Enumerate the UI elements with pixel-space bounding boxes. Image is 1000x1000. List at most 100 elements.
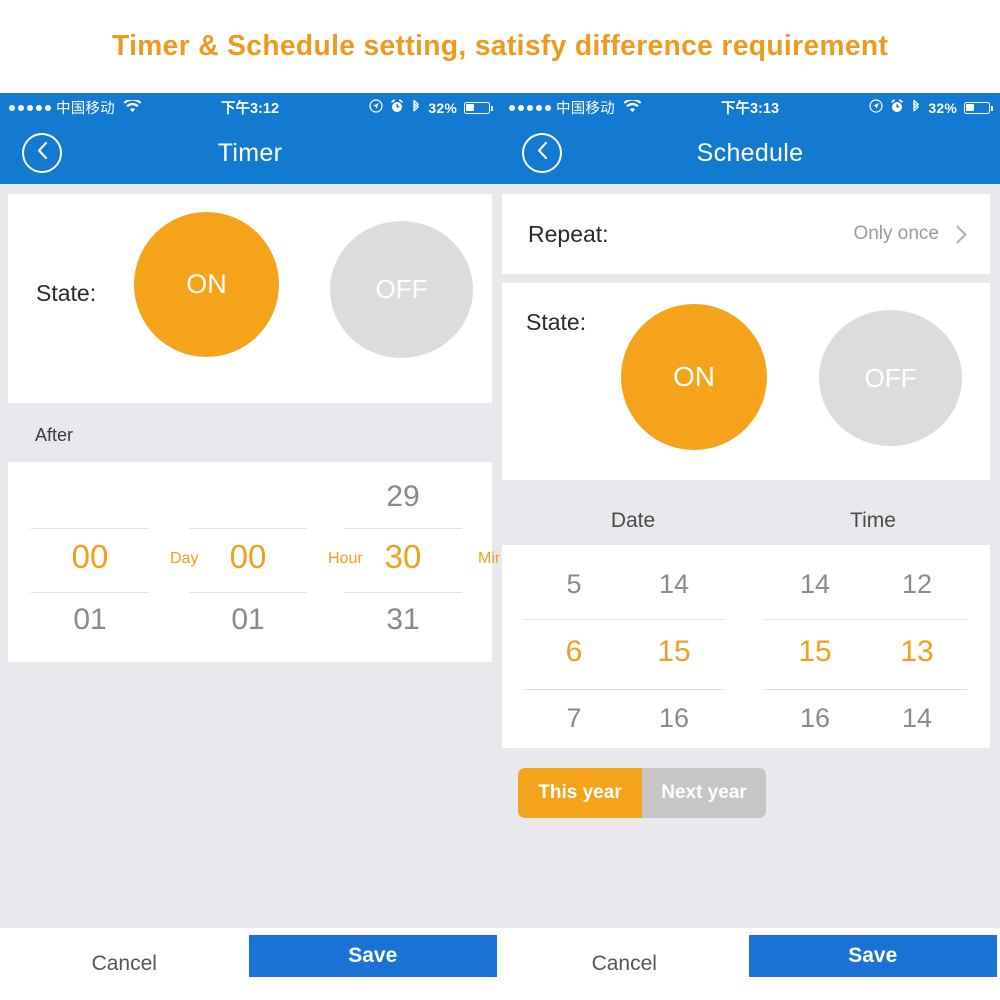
picker-column-minute[interactable]: 12 13 14 <box>867 545 967 748</box>
screenshot-root: Timer & Schedule setting, satisfy differ… <box>0 0 1000 1000</box>
picker-value-above: 5 <box>566 569 582 599</box>
back-button[interactable] <box>522 133 562 173</box>
bluetooth-icon <box>911 99 921 117</box>
bluetooth-icon <box>411 99 421 117</box>
picker-column-hour[interactable]: 00 01 <box>178 462 318 662</box>
picker-value-below: 31 <box>386 603 420 636</box>
status-indicators: 32% <box>869 99 1000 117</box>
status-carrier-group: 中国移动 <box>500 97 642 118</box>
picker-value-above: 14 <box>799 569 831 599</box>
promo-banner: Timer & Schedule setting, satisfy differ… <box>0 0 1000 93</box>
state-label: State: <box>526 309 587 335</box>
picker-column-day[interactable]: 14 15 16 <box>624 545 724 748</box>
picker-value-selected: 00 <box>71 538 109 575</box>
picker-value-below: 14 <box>901 703 933 733</box>
this-year-button[interactable]: This year <box>518 768 642 818</box>
cancel-button[interactable]: Cancel <box>500 928 749 1000</box>
picker-value-below: 16 <box>658 703 690 733</box>
alarm-icon <box>890 99 904 116</box>
carrier-label: 中国移动 <box>56 101 115 117</box>
state-on-button[interactable]: ON <box>134 212 279 357</box>
timer-status-bar: 中国移动 下午3:12 32% <box>0 93 500 122</box>
timer-footer: Cancel Save <box>0 928 500 1000</box>
repeat-label: Repeat: <box>528 220 609 247</box>
back-button[interactable] <box>22 133 62 173</box>
picker-divider-top <box>31 528 149 529</box>
repeat-row[interactable]: Repeat: Only once <box>502 194 990 274</box>
state-on-label: ON <box>186 269 227 299</box>
picker-column-minute[interactable]: 29 30 31 <box>333 462 473 662</box>
picker-divider-top <box>344 528 462 529</box>
year-toggle[interactable]: This year Next year <box>518 768 766 818</box>
state-off-button[interactable]: OFF <box>819 310 962 446</box>
after-label: After <box>35 425 74 445</box>
schedule-state-card: State: ON OFF <box>502 283 990 480</box>
next-year-button[interactable]: Next year <box>642 768 766 818</box>
date-column-header: Date <box>610 509 656 532</box>
schedule-footer: Cancel Save <box>500 928 1000 1000</box>
picker-value-selected: 00 <box>229 538 267 575</box>
picker-divider-top <box>189 528 307 529</box>
picker-value-above: 12 <box>901 569 933 599</box>
wifi-icon <box>123 98 142 116</box>
picker-value-below: 16 <box>799 703 831 733</box>
picker-value-selected: 15 <box>798 635 832 668</box>
picker-value-selected: 15 <box>657 635 691 668</box>
date-divider-bottom <box>524 689 724 690</box>
banner-title: Timer & Schedule setting, satisfy differ… <box>111 30 889 62</box>
timer-duration-picker[interactable]: 00 01 Day 00 01 Hour 29 30 31 Min <box>8 462 500 662</box>
time-divider-bottom <box>765 689 967 690</box>
state-off-label: OFF <box>864 362 917 393</box>
status-carrier-group: 中国移动 <box>0 97 142 118</box>
picker-unit-minute: Minute <box>478 550 500 567</box>
timer-screen: 中国移动 下午3:12 32% Timer State: ON OFF Afte… <box>0 93 500 1000</box>
state-off-button[interactable]: OFF <box>330 221 473 358</box>
picker-divider-bottom <box>344 592 462 593</box>
picker-column-day[interactable]: 00 01 <box>20 462 160 662</box>
date-divider-top <box>524 619 724 620</box>
timer-nav-bar: Timer <box>0 122 500 184</box>
picker-value-below: 01 <box>73 603 107 636</box>
signal-dots-icon <box>509 104 551 111</box>
picker-value-below: 7 <box>566 703 582 733</box>
state-off-label: OFF <box>375 274 428 304</box>
repeat-value-group: Only once <box>853 223 967 245</box>
signal-dots-icon <box>9 104 51 111</box>
picker-column-month[interactable]: 5 6 7 <box>524 545 624 748</box>
location-icon <box>369 99 383 116</box>
state-on-button[interactable]: ON <box>621 304 767 450</box>
carrier-label: 中国移动 <box>556 101 615 117</box>
battery-percent-label: 32% <box>428 99 457 116</box>
wifi-icon <box>623 98 642 116</box>
repeat-value: Only once <box>853 223 939 244</box>
chevron-left-icon <box>535 141 550 165</box>
state-on-label: ON <box>673 361 715 392</box>
schedule-screen: 中国移动 下午3:13 32% Schedule Repeat: Only on… <box>500 93 1000 1000</box>
schedule-status-bar: 中国移动 下午3:13 32% <box>500 93 1000 122</box>
schedule-nav-bar: Schedule <box>500 122 1000 184</box>
picker-value-selected: 13 <box>900 635 934 668</box>
save-button[interactable]: Save <box>248 935 497 977</box>
chevron-left-icon <box>35 141 50 165</box>
timer-state-card: State: ON OFF <box>8 194 492 403</box>
time-divider-top <box>765 619 967 620</box>
picker-column-hour[interactable]: 14 15 16 <box>765 545 865 748</box>
battery-icon <box>964 101 993 114</box>
time-column-header: Time <box>850 509 896 532</box>
picker-value-below: 01 <box>231 603 265 636</box>
chevron-right-icon <box>948 224 967 244</box>
cancel-button[interactable]: Cancel <box>0 928 249 1000</box>
picker-value-selected: 30 <box>384 538 422 575</box>
phone-screens: 中国移动 下午3:12 32% Timer State: ON OFF Afte… <box>0 93 1000 1000</box>
battery-percent-label: 32% <box>928 99 957 116</box>
picker-divider-bottom <box>189 592 307 593</box>
save-button[interactable]: Save <box>748 935 997 977</box>
location-icon <box>869 99 883 116</box>
page-title: Timer <box>217 138 283 167</box>
status-indicators: 32% <box>369 99 500 117</box>
state-label: State: <box>36 280 97 306</box>
picker-value-selected: 6 <box>565 635 583 668</box>
schedule-datetime-picker[interactable]: 5 6 7 14 15 16 14 15 16 12 13 14 <box>502 545 990 748</box>
alarm-icon <box>390 99 404 116</box>
battery-icon <box>464 101 493 114</box>
